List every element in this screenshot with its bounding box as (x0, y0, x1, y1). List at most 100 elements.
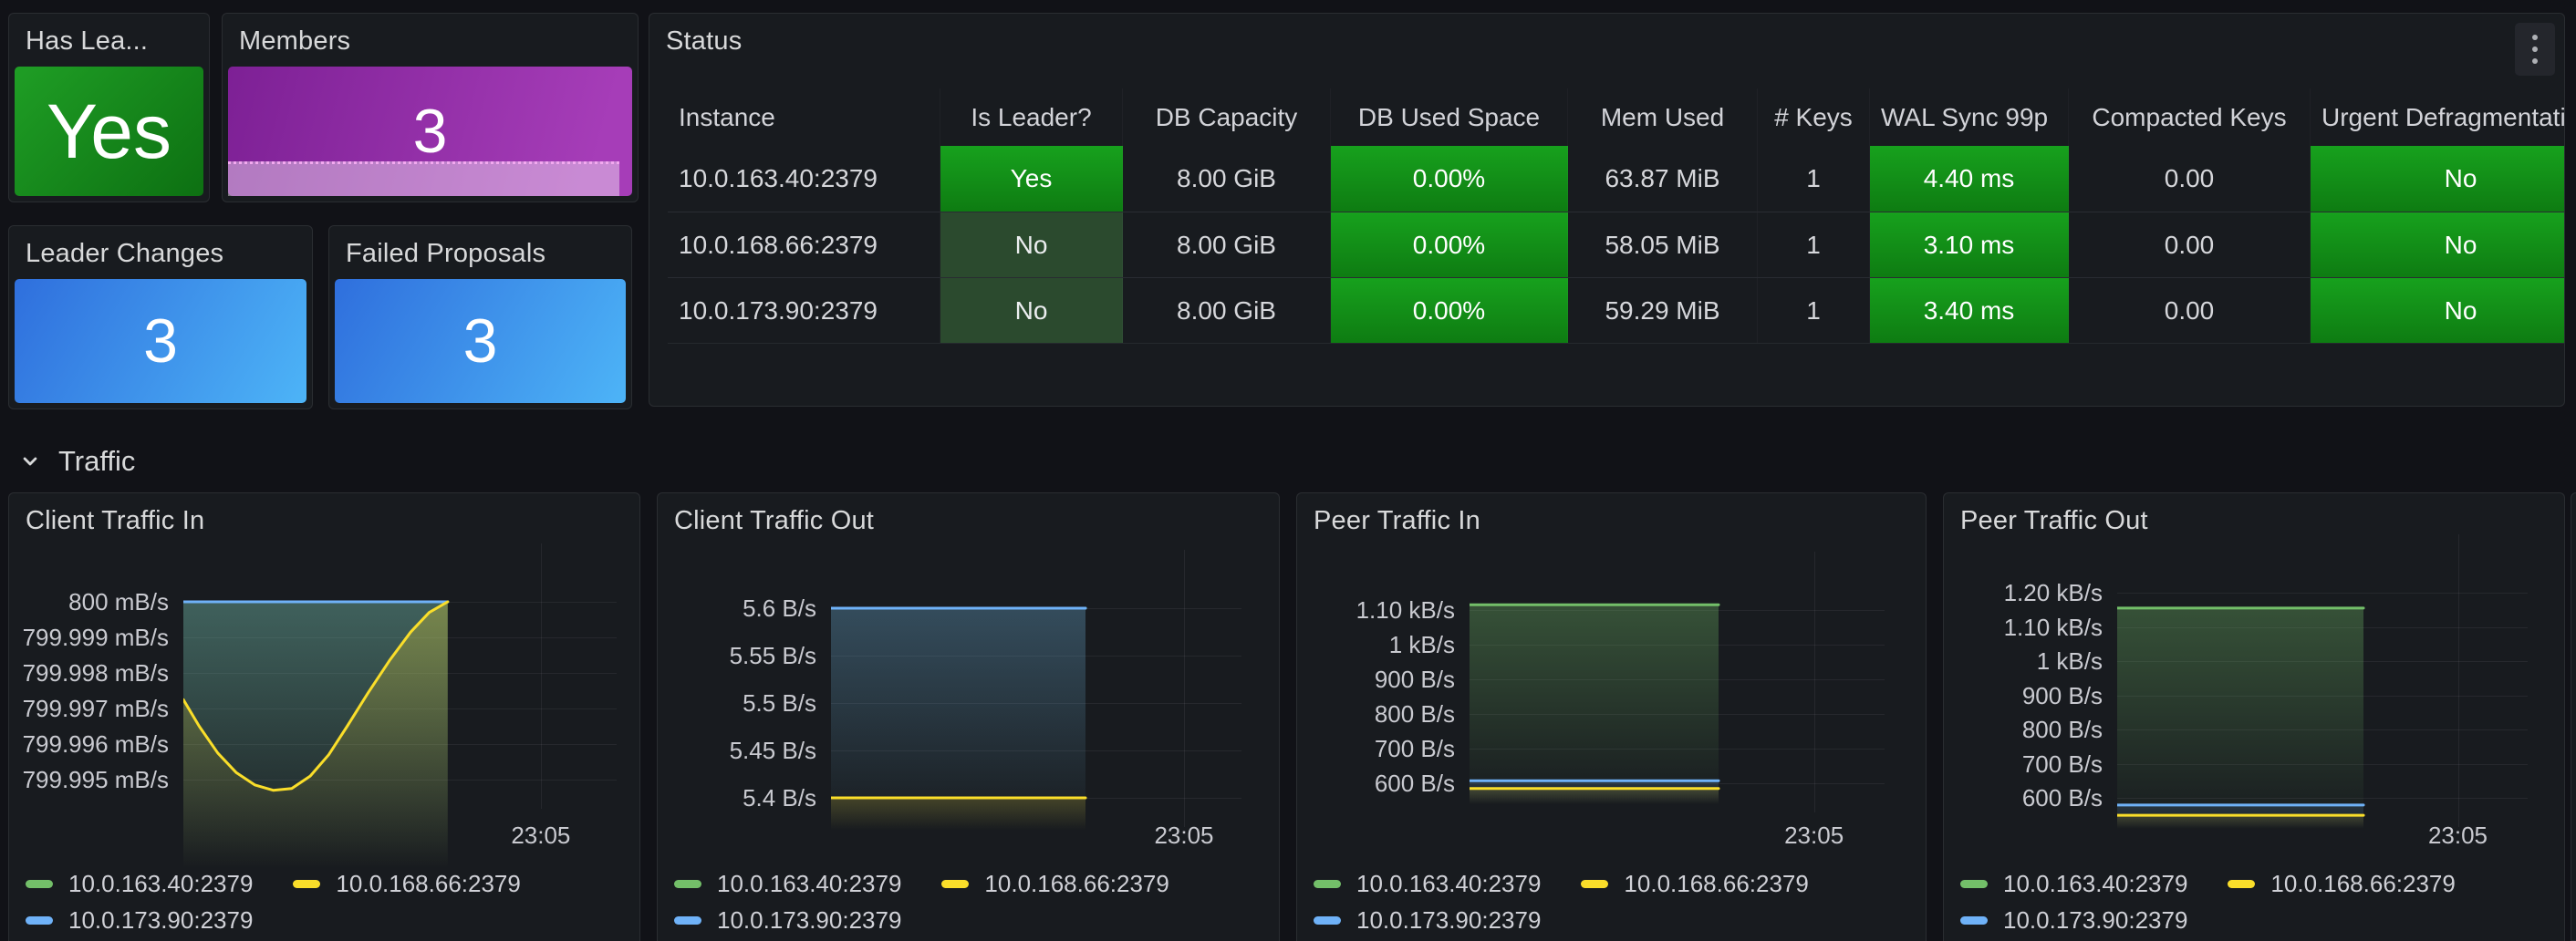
x-tick-label: 23:05 (1750, 822, 1878, 850)
column-header-compacted[interactable]: Compacted Keys (2069, 88, 2311, 146)
y-tick-label: 1.10 kB/s (1944, 613, 2103, 642)
series-area-10.0.163.40:2379 (1470, 605, 1719, 803)
cell-keys: 1 (1758, 146, 1870, 212)
chart-canvas (1470, 574, 1885, 826)
column-header-db_used[interactable]: DB Used Space (1331, 88, 1568, 146)
panel-peer-traffic-in: Peer Traffic In 1.10 kB/s1 kB/s900 B/s80… (1296, 492, 1927, 941)
table-row: 10.0.163.40:2379Yes8.00 GiB0.00%63.87 Mi… (668, 146, 2564, 212)
y-tick-label: 5.55 B/s (658, 641, 816, 670)
status-table-header: InstanceIs Leader?DB CapacityDB Used Spa… (668, 88, 2564, 146)
panel-client-traffic-out: Client Traffic Out 5.6 B/s5.55 B/s5.5 B/… (657, 492, 1280, 941)
x-tick-label: 23:05 (1120, 822, 1248, 850)
cell-is_leader: No (940, 212, 1123, 277)
y-tick-label: 799.998 mB/s (9, 658, 169, 688)
members-stat-body: 3 (228, 67, 632, 196)
y-tick-label: 5.45 B/s (658, 736, 816, 765)
kebab-menu-icon[interactable] (2515, 23, 2555, 76)
cell-db_used: 0.00% (1331, 278, 1568, 343)
chart-canvas (831, 572, 1241, 852)
legend-item[interactable]: 10.0.173.90:2379 (1314, 906, 1541, 935)
column-header-urgent_defrag[interactable]: Urgent Defragmentation (2311, 88, 2565, 146)
y-tick-label: 800 mB/s (9, 587, 169, 616)
legend-series-label: 10.0.163.40:2379 (68, 870, 253, 898)
panel-title-leader-changes[interactable]: Leader Changes (26, 239, 223, 269)
legend-series-label: 10.0.168.66:2379 (2270, 870, 2455, 898)
cell-is_leader: Yes (940, 146, 1123, 212)
series-area-10.0.168.66:2379 (2117, 815, 2363, 829)
cell-compacted: 0.00 (2069, 278, 2311, 343)
column-header-keys[interactable]: # Keys (1758, 88, 1870, 146)
y-tick-label: 900 B/s (1944, 681, 2103, 710)
legend-item[interactable]: 10.0.173.90:2379 (26, 906, 253, 935)
column-header-wal_sync[interactable]: WAL Sync 99p (1870, 88, 2069, 146)
cell-keys: 1 (1758, 278, 1870, 343)
y-tick-label: 1.20 kB/s (1944, 578, 2103, 607)
legend-series-label: 10.0.168.66:2379 (984, 870, 1169, 898)
row-section-label: Traffic (58, 445, 135, 478)
y-tick-label: 799.997 mB/s (9, 694, 169, 723)
cell-instance: 10.0.173.90:2379 (668, 278, 940, 343)
series-area-10.0.163.40:2379 (2117, 608, 2363, 829)
column-header-is_leader[interactable]: Is Leader? (940, 88, 1123, 146)
legend-series-swatch (1314, 916, 1341, 925)
cell-wal_sync: 3.10 ms (1870, 212, 2069, 277)
legend-item[interactable]: 10.0.163.40:2379 (674, 870, 901, 898)
cell-keys: 1 (1758, 212, 1870, 277)
members-value: 3 (413, 96, 448, 167)
series-area-10.0.168.66:2379 (831, 798, 1085, 830)
y-tick-label: 799.996 mB/s (9, 729, 169, 759)
panel-peer-traffic-out: Peer Traffic Out 1.20 kB/s1.10 kB/s1 kB/… (1943, 492, 2565, 941)
legend-series-swatch (674, 916, 701, 925)
cell-mem_used: 58.05 MiB (1568, 212, 1758, 277)
chart-canvas (2117, 556, 2528, 851)
legend-series-swatch (2228, 880, 2255, 888)
legend-series-swatch (26, 916, 53, 925)
row-toggle-traffic[interactable]: Traffic (18, 443, 135, 480)
cell-urgent_defrag: No (2311, 212, 2565, 277)
cell-wal_sync: 4.40 ms (1870, 146, 2069, 212)
y-tick-label: 600 B/s (1944, 783, 2103, 812)
failed-proposals-value: 3 (335, 279, 626, 403)
panel-title-members[interactable]: Members (239, 26, 350, 57)
panel-title-failed-proposals[interactable]: Failed Proposals (346, 239, 545, 269)
y-tick-label: 1 kB/s (1944, 646, 2103, 676)
panel-members: Members 3 (222, 13, 639, 202)
client-traffic-in-plot: 800 mB/s799.999 mB/s799.998 mB/s799.997 … (9, 493, 639, 941)
legend-item[interactable]: 10.0.163.40:2379 (1314, 870, 1541, 898)
x-tick-label: 23:05 (2394, 822, 2522, 850)
legend-item[interactable]: 10.0.163.40:2379 (26, 870, 253, 898)
column-header-db_capacity[interactable]: DB Capacity (1123, 88, 1331, 146)
legend-series-swatch (293, 880, 320, 888)
peer-traffic-in-plot: 1.10 kB/s1 kB/s900 B/s800 B/s700 B/s600 … (1297, 493, 1926, 941)
legend-series-label: 10.0.163.40:2379 (717, 870, 901, 898)
y-tick-label: 700 B/s (1944, 750, 2103, 779)
cell-compacted: 0.00 (2069, 146, 2311, 212)
legend-series-label: 10.0.168.66:2379 (336, 870, 520, 898)
legend-series-label: 10.0.168.66:2379 (1624, 870, 1808, 898)
legend-item[interactable]: 10.0.168.66:2379 (1581, 870, 1808, 898)
y-tick-label: 5.6 B/s (658, 594, 816, 623)
legend-item[interactable]: 10.0.168.66:2379 (293, 870, 520, 898)
cell-db_capacity: 8.00 GiB (1123, 212, 1331, 277)
legend-item[interactable]: 10.0.173.90:2379 (1960, 906, 2187, 935)
y-tick-label: 600 B/s (1297, 769, 1455, 798)
legend-item[interactable]: 10.0.168.66:2379 (2228, 870, 2455, 898)
leader-changes-value: 3 (15, 279, 306, 403)
legend-item[interactable]: 10.0.168.66:2379 (941, 870, 1169, 898)
cell-is_leader: No (940, 278, 1123, 343)
legend-series-swatch (1960, 880, 1988, 888)
legend-series-swatch (1581, 880, 1608, 888)
panel-client-traffic-in: Client Traffic In 800 mB/s799.999 mB/s79… (8, 492, 640, 941)
legend-series-label: 10.0.163.40:2379 (1356, 870, 1541, 898)
legend-item[interactable]: 10.0.163.40:2379 (1960, 870, 2187, 898)
cell-wal_sync: 3.40 ms (1870, 278, 2069, 343)
cell-db_used: 0.00% (1331, 146, 1568, 212)
legend-item[interactable]: 10.0.173.90:2379 (674, 906, 901, 935)
column-header-instance[interactable]: Instance (668, 88, 940, 146)
panel-title-status[interactable]: Status (666, 26, 742, 57)
x-tick-label: 23:05 (477, 822, 605, 850)
panel-title-has-leader[interactable]: Has Lea... (26, 26, 148, 57)
column-header-mem_used[interactable]: Mem Used (1568, 88, 1758, 146)
y-tick-label: 1 kB/s (1297, 630, 1455, 659)
legend-series-swatch (1960, 916, 1988, 925)
